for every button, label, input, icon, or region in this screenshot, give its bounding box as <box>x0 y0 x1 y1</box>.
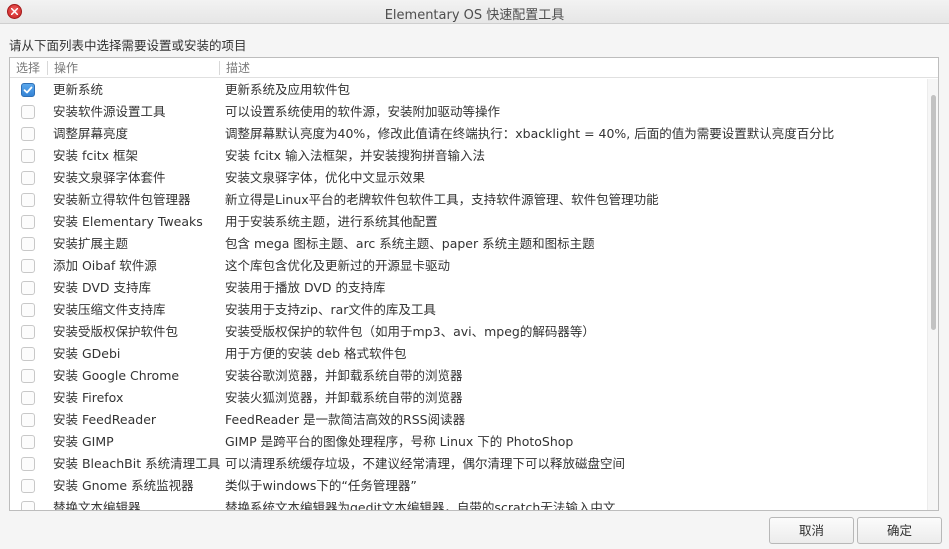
item-name: 安装 FeedReader <box>53 412 157 427</box>
list-rows: 更新系统 更新系统及应用软件包安装软件源设置工具 可以设置系统使用的软件源，安装附加… <box>10 79 927 511</box>
item-name: 添加 Oibaf 软件源 <box>53 258 157 273</box>
item-name: 安装文泉驿字体套件 <box>53 170 166 185</box>
list-header: 选择 操作 描述 <box>10 58 938 78</box>
item-description: 这个库包含优化及更新过的开源显卡驱动 <box>225 258 451 273</box>
item-description: 用于安装系统主题，进行系统其他配置 <box>225 214 438 229</box>
column-header-action[interactable]: 操作 <box>48 60 78 76</box>
config-tool-window: Elementary OS 快速配置工具 请从下面列表中选择需要设置或安装的项目… <box>0 0 949 549</box>
item-checkbox[interactable] <box>21 457 35 471</box>
item-checkbox[interactable] <box>21 215 35 229</box>
item-name: 安装 BleachBit 系统清理工具 <box>53 456 221 471</box>
item-description: 安装用于支持zip、rar文件的库及工具 <box>225 302 436 317</box>
item-name: 更新系统 <box>53 82 104 97</box>
item-checkbox[interactable] <box>21 105 35 119</box>
item-description: 调整屏幕默认亮度为40%，修改此值请在终端执行：xbacklight = 40%… <box>225 126 835 141</box>
item-name: 安装压缩文件支持库 <box>53 302 166 317</box>
list-item[interactable]: 安装文泉驿字体套件 安装文泉驿字体，优化中文显示效果 <box>10 167 927 189</box>
item-checkbox[interactable] <box>21 391 35 405</box>
list-item[interactable]: 安装 GDebi 用于方便的安装 deb 格式软件包 <box>10 343 927 365</box>
list-item[interactable]: 更新系统 更新系统及应用软件包 <box>10 79 927 101</box>
item-checkbox[interactable] <box>21 369 35 383</box>
item-checkbox[interactable] <box>21 281 35 295</box>
list-item[interactable]: 安装受版权保护软件包 安装受版权保护的软件包（如用于mp3、avi、mpeg的解码… <box>10 321 927 343</box>
scrollbar-thumb[interactable] <box>931 95 936 330</box>
item-description: 安装 fcitx 输入法框架，并安装搜狗拼音输入法 <box>225 148 485 163</box>
item-description: 安装火狐浏览器，并卸载系统自带的浏览器 <box>225 390 463 405</box>
item-checkbox[interactable] <box>21 325 35 339</box>
list-item[interactable]: 安装 fcitx 框架 安装 fcitx 输入法框架，并安装搜狗拼音输入法 <box>10 145 927 167</box>
item-checkbox[interactable] <box>21 303 35 317</box>
item-description: 用于方便的安装 deb 格式软件包 <box>225 346 407 361</box>
ok-button[interactable]: 确定 <box>857 517 942 544</box>
item-description: 可以清理系统缓存垃圾，不建议经常清理，偶尔清理下可以释放磁盘空间 <box>225 456 626 471</box>
item-name: 安装受版权保护软件包 <box>53 324 179 339</box>
item-name: 安装 DVD 支持库 <box>53 280 152 295</box>
item-description: 更新系统及应用软件包 <box>225 82 351 97</box>
item-name: 安装 fcitx 框架 <box>53 148 138 163</box>
list-item[interactable]: 调整屏幕亮度 调整屏幕默认亮度为40%，修改此值请在终端执行：xbacklight… <box>10 123 927 145</box>
list-item[interactable]: 安装 DVD 支持库 安装用于播放 DVD 的支持库 <box>10 277 927 299</box>
item-checkbox[interactable] <box>21 149 35 163</box>
item-description: 替换系统文本编辑器为gedit文本编辑器，自带的scratch无法输入中文 <box>225 500 616 511</box>
item-name: 安装 GDebi <box>53 346 121 361</box>
item-description: 类似于windows下的“任务管理器” <box>225 478 417 493</box>
item-name: 安装新立得软件包管理器 <box>53 192 191 207</box>
item-checkbox[interactable] <box>21 501 35 510</box>
item-description: 新立得是Linux平台的老牌软件包软件工具，支持软件源管理、软件包管理功能 <box>225 192 659 207</box>
item-checkbox[interactable] <box>21 193 35 207</box>
item-checkbox[interactable] <box>21 237 35 251</box>
cancel-button[interactable]: 取消 <box>769 517 854 544</box>
item-description: 可以设置系统使用的软件源，安装附加驱动等操作 <box>225 104 501 119</box>
window-title: Elementary OS 快速配置工具 <box>384 8 565 23</box>
list-item[interactable]: 安装 Firefox 安装火狐浏览器，并卸载系统自带的浏览器 <box>10 387 927 409</box>
item-checkbox[interactable] <box>21 347 35 361</box>
list-item[interactable]: 替换文本编辑器 替换系统文本编辑器为gedit文本编辑器，自带的scratch无法… <box>10 497 927 511</box>
item-name: 安装扩展主题 <box>53 236 129 251</box>
item-list: 选择 操作 描述 更新系统 更新系统及应用软件包安装软件源设置工具 可以设置系统使用… <box>9 57 939 511</box>
item-name: 安装 Google Chrome <box>53 368 180 383</box>
column-header-description[interactable]: 描述 <box>220 60 250 76</box>
column-header-select[interactable]: 选择 <box>10 60 40 76</box>
checkmark-icon <box>23 86 33 94</box>
item-name: 安装 GIMP <box>53 434 114 449</box>
item-description: GIMP 是跨平台的图像处理程序，号称 Linux 下的 PhotoShop <box>225 434 574 449</box>
item-description: 安装谷歌浏览器，并卸载系统自带的浏览器 <box>225 368 463 383</box>
vertical-scrollbar[interactable] <box>927 79 938 510</box>
item-description: 安装受版权保护的软件包（如用于mp3、avi、mpeg的解码器等） <box>225 324 595 339</box>
list-item[interactable]: 安装新立得软件包管理器 新立得是Linux平台的老牌软件包软件工具，支持软件源管理… <box>10 189 927 211</box>
list-item[interactable]: 安装 GIMP GIMP 是跨平台的图像处理程序，号称 Linux 下的 Phot… <box>10 431 927 453</box>
titlebar: Elementary OS 快速配置工具 <box>0 0 949 24</box>
list-item[interactable]: 安装 BleachBit 系统清理工具 可以清理系统缓存垃圾，不建议经常清理，偶尔… <box>10 453 927 475</box>
item-checkbox[interactable] <box>21 171 35 185</box>
item-description: 安装文泉驿字体，优化中文显示效果 <box>225 170 426 185</box>
item-checkbox[interactable] <box>21 259 35 273</box>
item-name: 替换文本编辑器 <box>53 500 141 511</box>
list-item[interactable]: 安装软件源设置工具 可以设置系统使用的软件源，安装附加驱动等操作 <box>10 101 927 123</box>
list-item[interactable]: 安装压缩文件支持库 安装用于支持zip、rar文件的库及工具 <box>10 299 927 321</box>
item-checkbox[interactable] <box>21 479 35 493</box>
item-name: 安装 Firefox <box>53 390 124 405</box>
list-item[interactable]: 安装 Elementary Tweaks 用于安装系统主题，进行系统其他配置 <box>10 211 927 233</box>
list-item[interactable]: 安装扩展主题 包含 mega 图标主题、arc 系统主题、paper 系统主题和图… <box>10 233 927 255</box>
item-description: FeedReader 是一款简洁高效的RSS阅读器 <box>225 412 466 427</box>
item-checkbox[interactable] <box>21 413 35 427</box>
item-checkbox[interactable] <box>21 435 35 449</box>
instruction-text: 请从下面列表中选择需要设置或安装的项目 <box>9 38 247 53</box>
list-item[interactable]: 安装 Gnome 系统监视器 类似于windows下的“任务管理器” <box>10 475 927 497</box>
item-description: 安装用于播放 DVD 的支持库 <box>225 280 386 295</box>
item-name: 安装 Elementary Tweaks <box>53 214 203 229</box>
item-name: 调整屏幕亮度 <box>53 126 129 141</box>
list-item[interactable]: 添加 Oibaf 软件源 这个库包含优化及更新过的开源显卡驱动 <box>10 255 927 277</box>
item-name: 安装软件源设置工具 <box>53 104 166 119</box>
item-checkbox[interactable] <box>21 127 35 141</box>
item-checkbox[interactable] <box>21 83 35 97</box>
item-description: 包含 mega 图标主题、arc 系统主题、paper 系统主题和图标主题 <box>225 236 595 251</box>
list-item[interactable]: 安装 Google Chrome 安装谷歌浏览器，并卸载系统自带的浏览器 <box>10 365 927 387</box>
item-name: 安装 Gnome 系统监视器 <box>53 478 194 493</box>
list-item[interactable]: 安装 FeedReader FeedReader 是一款简洁高效的RSS阅读器 <box>10 409 927 431</box>
